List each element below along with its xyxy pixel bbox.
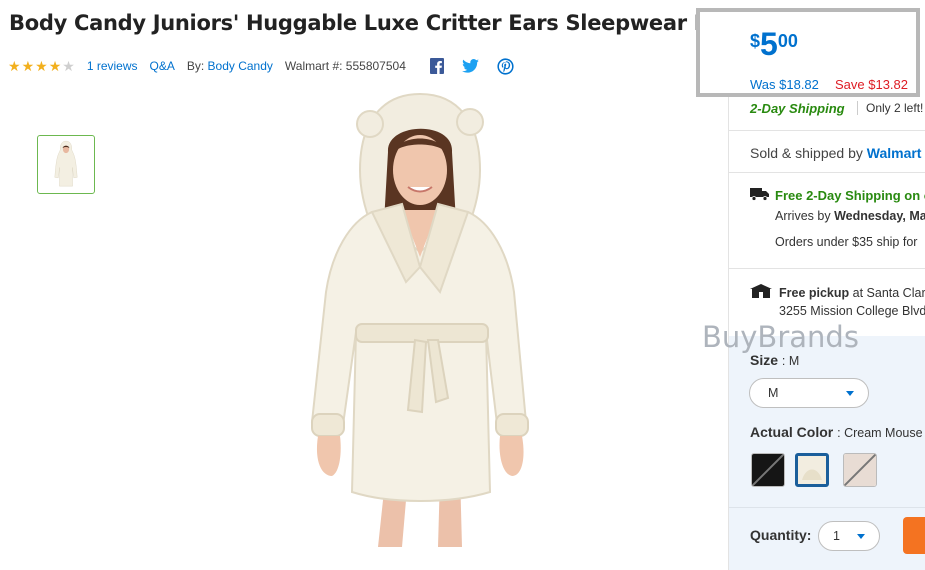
- section-divider: [729, 172, 925, 173]
- was-price: Was $18.82: [750, 77, 819, 92]
- facebook-icon[interactable]: [429, 58, 444, 74]
- product-main-image[interactable]: [290, 92, 550, 547]
- product-meta-row: ★ ★ ★ ★ ★ 1 reviews Q&A By: Body Candy W…: [8, 56, 698, 76]
- twitter-icon[interactable]: [461, 59, 479, 73]
- size-dropdown-value: M: [768, 386, 779, 400]
- robe-thumbnail-image: [54, 140, 78, 186]
- size-label-text: Size: [750, 352, 779, 368]
- chevron-down-icon: [857, 533, 865, 539]
- brand-byline: By: Body Candy: [187, 59, 273, 73]
- stock-notice: Only 2 left!: [857, 101, 923, 115]
- price-currency: $: [750, 31, 761, 51]
- arrives-prefix: Arrives by: [775, 209, 831, 223]
- size-current: : M: [781, 354, 800, 368]
- two-day-shipping-label: 2-Day Shipping: [750, 101, 845, 116]
- color-swatch-blush[interactable]: [843, 453, 877, 487]
- star-icon: ★: [48, 58, 62, 74]
- quantity-divider: [729, 507, 925, 508]
- section-divider: [729, 130, 925, 131]
- arrival-day: Wednesday, Ma: [834, 209, 925, 223]
- color-current: : Cream Mouse: [837, 426, 923, 440]
- robe-image: [310, 92, 529, 547]
- sold-by: Sold & shipped by Walmart: [750, 145, 921, 161]
- chevron-down-icon: [846, 390, 854, 396]
- color-label: Actual Color : Cream Mouse: [750, 424, 923, 440]
- free-pickup: Free pickup at Santa Clar: [779, 286, 925, 300]
- watermark: BuyBrands: [702, 320, 859, 354]
- star-icon: ★: [21, 58, 35, 74]
- add-to-cart-button[interactable]: [903, 517, 925, 554]
- price-cents: 00: [777, 31, 798, 51]
- rating-stars[interactable]: ★ ★ ★ ★ ★: [8, 59, 75, 73]
- free-pickup-label: Free pickup: [779, 286, 850, 300]
- pinterest-icon[interactable]: [497, 57, 514, 75]
- size-label: Size : M: [750, 352, 799, 368]
- save-amount: Save $13.82: [835, 77, 909, 92]
- price-dollars: 5: [760, 26, 778, 62]
- quantity-label: Quantity:: [750, 527, 812, 543]
- store-address: 3255 Mission College Blvd: [779, 304, 925, 318]
- price-box: $500 Was $18.82 Save $13.82: [696, 8, 920, 97]
- pickup-store: at Santa Clar: [849, 286, 925, 300]
- size-dropdown[interactable]: M: [749, 378, 869, 408]
- sold-by-prefix: Sold & shipped by: [750, 145, 863, 161]
- store-icon: [750, 284, 772, 303]
- color-swatch-cream-mouse[interactable]: [795, 453, 829, 487]
- current-price: $500: [750, 28, 798, 60]
- walmart-number: Walmart #: 555807504: [284, 59, 406, 73]
- quantity-value: 1: [833, 529, 840, 543]
- product-thumbnail[interactable]: [37, 135, 95, 194]
- quantity-dropdown[interactable]: 1: [818, 521, 880, 551]
- arrival-estimate: Arrives by Wednesday, Ma: [775, 209, 925, 223]
- color-swatch-black[interactable]: [751, 453, 785, 487]
- section-divider: [729, 268, 925, 269]
- seller-link[interactable]: Walmart: [867, 145, 922, 161]
- by-label: By:: [186, 59, 205, 73]
- star-icon: ★: [8, 58, 21, 74]
- social-share: [429, 57, 514, 75]
- free-shipping-offer: Free 2-Day Shipping on o: [775, 188, 925, 203]
- product-title: Body Candy Juniors' Huggable Luxe Critte…: [9, 11, 753, 35]
- star-icon: ★: [62, 58, 75, 74]
- color-label-text: Actual Color: [750, 424, 834, 440]
- truck-icon: [750, 187, 770, 206]
- star-icon: ★: [35, 58, 48, 74]
- reviews-link[interactable]: 1 reviews: [87, 59, 138, 73]
- brand-link[interactable]: Body Candy: [208, 59, 273, 73]
- qa-link[interactable]: Q&A: [150, 59, 175, 73]
- orders-note: Orders under $35 ship for: [775, 235, 918, 249]
